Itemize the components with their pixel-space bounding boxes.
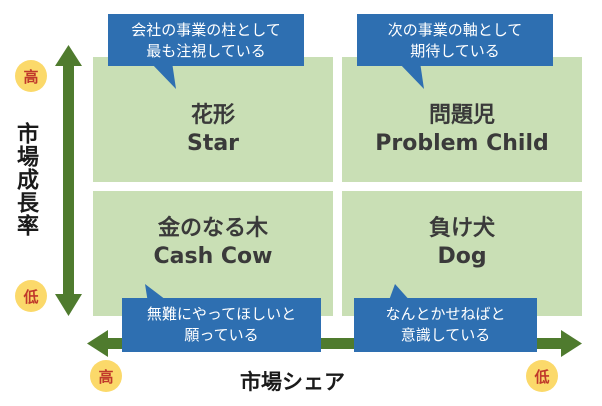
callout-dog: なんとかせねばと 意識している: [354, 298, 537, 352]
callout-dog-line2: 意識している: [400, 326, 491, 344]
vertical-axis-low-badge: 低: [15, 280, 47, 312]
callout-dog-line1: なんとかせねばと: [385, 305, 506, 323]
callout-star-tail: [150, 62, 176, 89]
horizontal-axis-low-badge: 低: [526, 360, 558, 392]
callout-star-line2: 最も注視している: [146, 42, 266, 60]
callout-problem-child-line2: 期待している: [410, 42, 500, 60]
callout-cash-cow-line2: 願っている: [184, 326, 259, 344]
callout-problem-child-tail: [398, 62, 424, 89]
callout-star-line1: 会社の事業の柱として: [131, 21, 281, 39]
callout-problem-child: 次の事業の軸として 期待している: [357, 14, 553, 66]
callout-cash-cow: 無難にやってほしいと 願っている: [122, 298, 321, 352]
vertical-axis-high-badge: 高: [15, 60, 47, 92]
callout-problem-child-line1: 次の事業の軸として: [387, 21, 523, 39]
callout-cash-cow-line1: 無難にやってほしいと: [146, 305, 297, 323]
horizontal-axis-high-badge: 高: [90, 360, 122, 392]
callout-star: 会社の事業の柱として 最も注視している: [108, 14, 304, 66]
